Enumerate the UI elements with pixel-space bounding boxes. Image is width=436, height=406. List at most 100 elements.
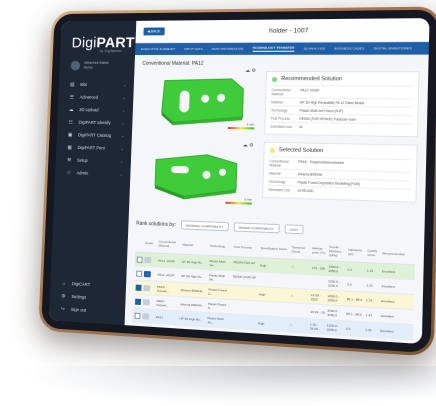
cell-hardness: 0.0	[347, 267, 353, 272]
cell-hardness: 86.1 - 88.0	[346, 311, 362, 317]
section-title: Conventional Material: PA12	[142, 60, 204, 67]
chevron-down-icon: ⌄	[120, 146, 124, 151]
cell-quality: 1.33	[366, 282, 373, 288]
row-checkbox[interactable]	[134, 312, 141, 319]
tab-input-data[interactable]: INPUT DATA	[184, 47, 203, 51]
print-icon: ▦	[67, 144, 72, 151]
tab-executive-summary[interactable]: EXECUTIVE SUMMARY	[141, 47, 176, 51]
tab-technology-transfer[interactable]: TECHNOLOGY TRANSFER	[252, 45, 295, 52]
cell-quality: 1.33	[366, 267, 374, 273]
chevron-down-icon: ⌄	[119, 158, 124, 164]
tab-business-cases[interactable]: BUSINESS CASES	[334, 46, 364, 50]
cell-melting-point: 16.99 - 2550	[310, 292, 321, 302]
rank-cost-button[interactable]: COST	[284, 224, 304, 235]
table-body: PA12, HGSP HP 3D High Re... Plastic Multi …	[132, 252, 415, 341]
cell-melting-point	[311, 282, 326, 283]
wrench-icon: ⚒	[66, 157, 72, 163]
cell-melting-point: 1.20 - 34.99	[309, 321, 319, 331]
tablet-device: DigiPART by Digifabster Johannes Kaiser …	[38, 6, 436, 357]
app-logo[interactable]: DigiPART by Digifabster	[60, 21, 136, 57]
cell-hardness: 86.1 - 88.0	[346, 296, 363, 302]
grade-badge[interactable]	[144, 256, 152, 263]
gear-icon[interactable]: ⚙	[251, 68, 256, 74]
model-view-bottom[interactable]: ☁ ⚙ 1 mm	[137, 142, 256, 208]
cell-conventional-material: PA12	[155, 314, 164, 319]
admin-icon: ☃	[66, 169, 71, 176]
page-title: holder - 1007	[268, 26, 309, 35]
chevron-down-icon: ⌄	[122, 95, 126, 100]
grade-badge[interactable]	[143, 284, 151, 291]
cell-tensile: 1900.0 - 2050.0	[328, 264, 341, 273]
row-checkbox[interactable]	[135, 298, 142, 305]
cell-conventional-material: PEKK - Polyeth...	[156, 284, 170, 293]
content-area: Conventional Material: PA12 ☁ ⚙ 1 mm ☁ ⚙…	[125, 55, 429, 344]
model-view-tools: ☁ ⚙	[245, 68, 256, 74]
cell-material: Arkema 8000HA	[180, 301, 203, 308]
cell-tensile: 1200.0 - 2055.0	[326, 322, 339, 332]
sidebar-nav: ▤ Bits ⌄ ☰ Advanced ⌄ ☁ 3D Upload ⌄ ☷ DigiPART …	[55, 78, 134, 181]
solutions-panel: Recommended Solution Conventional Materi…	[261, 70, 420, 227]
gear-icon[interactable]: ⚙	[249, 143, 254, 149]
cell-quality: 1.33	[365, 312, 373, 317]
cell-tensile: 1900.0 - 2050.0	[328, 278, 340, 288]
row-checkbox[interactable]	[136, 256, 143, 263]
model-viewers: ☁ ⚙ 1 mm ☁ ⚙ 1 mm	[136, 68, 258, 221]
user-role: Demo	[83, 65, 93, 70]
cell-tensile: 2000.0 - 3050.0	[327, 308, 340, 318]
tab-3d-analysis[interactable]: 3D ANALYSIS	[304, 47, 326, 51]
sidebar-item-admin[interactable]: ☃ Admin ⌄	[55, 166, 131, 181]
cell-recommended: Excellent	[380, 313, 395, 319]
sidebar-item-advanced[interactable]: ☰ Advanced ⌄	[58, 91, 133, 104]
scale-value: 1 mm	[246, 122, 255, 127]
grade-badge[interactable]: +	[143, 270, 151, 277]
model-view-tools: ☁ ⚙	[243, 142, 254, 148]
grade-badge[interactable]	[142, 298, 150, 305]
cart-icon: ⌂	[62, 280, 66, 287]
cell-material: HP 3D High Re...	[181, 259, 205, 265]
cell-material: HP 3D High Re...	[181, 273, 204, 279]
cell-conventional-material: PEKK - Polyeth...	[156, 298, 169, 308]
cell-post-process	[232, 307, 256, 308]
sidebar-item-bits[interactable]: ▤ Bits ⌄	[59, 78, 134, 91]
gear-icon: ⚙	[61, 292, 66, 300]
tab-part-information[interactable]: PART INFORMATION	[212, 47, 244, 51]
rank-material-button[interactable]: MATERIAL COMPATIBILITY	[180, 220, 229, 232]
back-button[interactable]: ◀ BACK	[143, 27, 165, 36]
recommended-title: Recommended Solution	[281, 76, 343, 83]
cell-recommended: Excellent	[380, 328, 394, 334]
main-area: ◀ BACK holder - 1007 EXECUTIVE SUMMARY I…	[125, 18, 430, 344]
rank-design-button[interactable]: DESIGN COMPATIBILITY	[233, 222, 280, 234]
selected-title: Selected Solution	[278, 147, 324, 155]
cell-recommended: Excellent	[381, 298, 395, 304]
chevron-down-icon: ⌄	[121, 107, 126, 113]
cloud-upload-icon: ☁	[68, 106, 74, 113]
tab-digital-inventories[interactable]: DIGITAL INVENTORIES	[374, 46, 412, 50]
chevron-down-icon: ⌄	[122, 82, 127, 88]
sidebar-item-identify[interactable]: ☷ DigiPART Identify ⌄	[57, 116, 133, 130]
cell-hardness: 0.0	[345, 326, 351, 331]
row-checkbox[interactable]	[135, 284, 142, 291]
grade-badge[interactable]	[142, 312, 150, 320]
user-profile[interactable]: Johannes Kaiser Demo	[59, 57, 135, 79]
cell-post-process: RESIN FOR HP ...	[233, 259, 256, 268]
cloud-download-icon[interactable]: ☁	[243, 142, 248, 148]
row-checkbox[interactable]	[136, 270, 143, 277]
cell-conventional-material: PA12, HGSP	[157, 272, 175, 278]
rank-label: Rank solutions by:	[136, 220, 177, 228]
cloud-download-icon[interactable]: ☁	[245, 68, 250, 74]
top-bar: ◀ BACK holder - 1007	[135, 18, 430, 44]
sidebar-item-3d-upload[interactable]: ☁ 3D Upload ⌄	[58, 103, 134, 117]
cell-post-process: RESIN (FOR HP ...	[232, 273, 256, 283]
status-dot-icon	[269, 147, 275, 153]
floor-shadow	[20, 366, 436, 406]
model-view-top[interactable]: ☁ ⚙ 1 mm	[140, 68, 258, 134]
status-dot-icon	[271, 76, 278, 82]
cell-melting-point: 175 - 180	[311, 265, 326, 271]
cell-recommended: Excellent	[381, 268, 396, 274]
solutions-table: Grade Conventional Material Material Tec…	[132, 233, 416, 341]
part-3d-model-alt	[137, 143, 256, 202]
analysis-panel: ☁ ⚙ 1 mm ☁ ⚙ 1 mm Recommended Solution C…	[136, 68, 420, 228]
cell-material: Arkema 8000HA	[180, 287, 203, 293]
cell-spec-score: High	[259, 262, 267, 268]
avatar	[70, 60, 81, 71]
